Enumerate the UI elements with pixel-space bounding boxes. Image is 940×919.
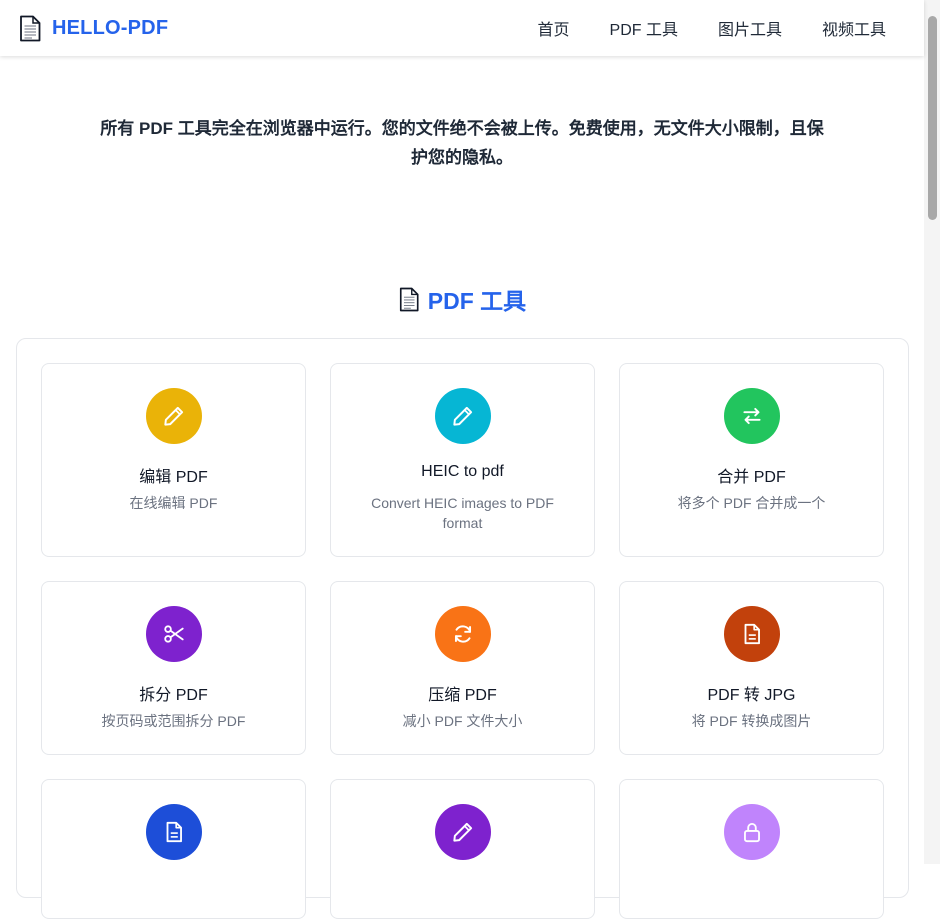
card-description: 按页码或范围拆分 PDF: [101, 713, 246, 729]
edit-pdf-card[interactable]: 编辑 PDF 在线编辑 PDF: [41, 363, 306, 557]
section-title: PDF 工具: [427, 288, 527, 314]
card-description: Convert HEIC images to PDF format: [371, 495, 554, 531]
top-navbar: HELLO-PDF 首页 PDF 工具 图片工具 视频工具: [0, 0, 924, 56]
tool-card-9[interactable]: [619, 779, 884, 919]
card-title: 合并 PDF: [717, 469, 786, 486]
merge-pdf-card[interactable]: 合并 PDF 将多个 PDF 合并成一个: [619, 363, 884, 557]
main-nav: 首页 PDF 工具 图片工具 视频工具: [538, 16, 887, 40]
heic-to-pdf-card[interactable]: HEIC to pdf Convert HEIC images to PDF fo…: [330, 363, 595, 557]
lock-icon: [724, 804, 780, 860]
pdf-to-jpg-card[interactable]: PDF 转 JPG 将 PDF 转换成图片: [619, 581, 884, 755]
split-pdf-card[interactable]: 拆分 PDF 按页码或范围拆分 PDF: [41, 581, 306, 755]
tool-card-8[interactable]: [330, 779, 595, 919]
nav-pdf-tools[interactable]: PDF 工具: [610, 16, 678, 40]
card-title: 压缩 PDF: [428, 687, 497, 704]
card-description: 将 PDF 转换成图片: [691, 713, 812, 729]
document-icon: [399, 287, 419, 311]
pencil-icon: [146, 388, 202, 444]
card-title: 拆分 PDF: [139, 687, 208, 704]
card-description: 减小 PDF 文件大小: [402, 713, 523, 729]
nav-home[interactable]: 首页: [538, 16, 570, 40]
compress-pdf-card[interactable]: 压缩 PDF 减小 PDF 文件大小: [330, 581, 595, 755]
intro-line-1: 所有 PDF 工具完全在浏览器中运行。您的文件绝不会被上传。免费使用，无文件大小…: [100, 119, 824, 138]
file-text-icon: [146, 804, 202, 860]
card-description: 在线编辑 PDF: [129, 495, 218, 511]
swap-arrows-icon: [724, 388, 780, 444]
tools-grid: 编辑 PDF 在线编辑 PDF HEIC to pdf Convert HEIC im…: [16, 338, 909, 919]
pencil-icon: [435, 388, 491, 444]
card-description: 将多个 PDF 合并成一个: [677, 495, 826, 511]
intro-line-2: 护您的隐私。: [411, 148, 513, 167]
document-icon: [20, 15, 41, 41]
nav-video-tools[interactable]: 视频工具: [822, 16, 886, 40]
card-title: 编辑 PDF: [139, 469, 208, 486]
brand-name: HELLO-PDF: [52, 16, 169, 39]
brand-link[interactable]: HELLO-PDF: [18, 15, 168, 42]
file-text-icon: [724, 606, 780, 662]
intro-text: 所有 PDF 工具完全在浏览器中运行。您的文件绝不会被上传。免费使用，无文件大小…: [72, 114, 852, 172]
card-title: HEIC to pdf: [421, 463, 504, 480]
scrollbar-thumb[interactable]: [928, 16, 937, 220]
refresh-icon: [435, 606, 491, 662]
card-title: PDF 转 JPG: [707, 687, 796, 704]
scissors-icon: [146, 606, 202, 662]
section-heading: PDF 工具: [0, 282, 924, 316]
pencil-icon: [435, 804, 491, 860]
tool-card-7[interactable]: [41, 779, 306, 919]
nav-image-tools[interactable]: 图片工具: [718, 16, 782, 40]
